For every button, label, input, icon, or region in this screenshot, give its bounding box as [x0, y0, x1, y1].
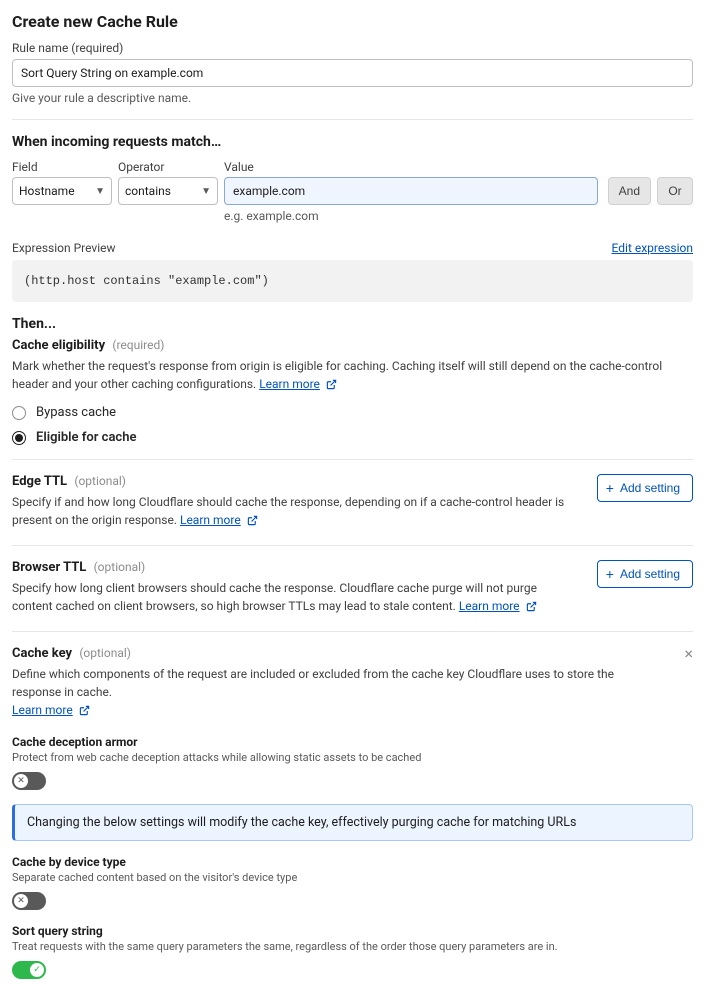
divider — [12, 631, 693, 632]
field-select[interactable]: Hostname ▼ — [12, 177, 112, 205]
cache-key-close-button[interactable]: × — [684, 646, 693, 662]
value-label: Value — [224, 160, 598, 174]
field-label: Field — [12, 160, 112, 174]
or-button[interactable]: Or — [657, 177, 693, 205]
edge-ttl-learn-more-link[interactable]: Learn more — [180, 513, 241, 527]
browser-ttl-learn-more-link[interactable]: Learn more — [459, 599, 520, 613]
sort-query-string-title: Sort query string — [12, 924, 693, 938]
browser-ttl-add-setting-button[interactable]: + Add setting — [597, 560, 693, 588]
field-select-value: Hostname — [19, 184, 75, 198]
bypass-cache-radio[interactable] — [12, 406, 26, 420]
bypass-cache-label: Bypass cache — [36, 405, 116, 420]
edit-expression-link[interactable]: Edit expression — [612, 241, 693, 255]
divider — [12, 119, 693, 120]
edge-ttl-add-setting-button[interactable]: + Add setting — [597, 474, 693, 502]
then-heading: Then... — [12, 316, 693, 332]
sort-query-string-toggle[interactable]: ✓ — [12, 961, 46, 979]
cache-by-device-toggle[interactable]: ✕ — [12, 892, 46, 910]
external-link-icon — [526, 599, 537, 617]
edge-ttl-tag: (optional) — [74, 474, 126, 488]
rule-name-label: Rule name (required) — [12, 41, 693, 55]
match-heading: When incoming requests match… — [12, 134, 693, 150]
sort-query-string-desc: Treat requests with the same query param… — [12, 940, 693, 953]
cache-deception-toggle[interactable]: ✕ — [12, 772, 46, 790]
cache-deception-desc: Protect from web cache deception attacks… — [12, 751, 693, 764]
browser-ttl-title: Browser TTL — [12, 560, 86, 575]
rule-name-help: Give your rule a descriptive name. — [12, 91, 693, 105]
cache-key-title: Cache key — [12, 646, 72, 661]
expression-preview-code: (http.host contains "example.com") — [12, 260, 693, 302]
cache-eligibility-desc: Mark whether the request's response from… — [12, 357, 693, 395]
rule-name-input[interactable] — [12, 59, 693, 87]
external-link-icon — [326, 377, 337, 395]
cache-eligibility-tag: (required) — [112, 338, 164, 352]
cache-by-device-title: Cache by device type — [12, 855, 693, 869]
cache-key-tag: (optional) — [79, 646, 131, 660]
chevron-down-icon: ▼ — [95, 186, 105, 197]
toggle-knob: ✕ — [14, 894, 28, 908]
plus-icon: + — [606, 481, 614, 495]
toggle-knob: ✕ — [14, 774, 28, 788]
browser-ttl-tag: (optional) — [94, 560, 146, 574]
cache-deception-title: Cache deception armor — [12, 735, 693, 749]
operator-select-value: contains — [125, 184, 171, 198]
value-help: e.g. example.com — [224, 209, 693, 223]
and-button[interactable]: And — [608, 177, 651, 205]
external-link-icon — [247, 513, 258, 531]
toggle-knob: ✓ — [30, 963, 44, 977]
edge-ttl-title: Edge TTL — [12, 474, 67, 489]
eligible-for-cache-radio[interactable] — [12, 431, 26, 445]
value-input[interactable] — [224, 177, 598, 205]
operator-label: Operator — [118, 160, 218, 174]
operator-select[interactable]: contains ▼ — [118, 177, 218, 205]
chevron-down-icon: ▼ — [201, 186, 211, 197]
expression-preview-label: Expression Preview — [12, 241, 116, 255]
cache-eligibility-learn-more-link[interactable]: Learn more — [259, 377, 320, 391]
plus-icon: + — [606, 567, 614, 581]
cache-eligibility-title: Cache eligibility — [12, 338, 105, 353]
external-link-icon — [79, 703, 90, 721]
cache-by-device-desc: Separate cached content based on the vis… — [12, 871, 693, 884]
browser-ttl-desc: Specify how long client browsers should … — [12, 579, 577, 617]
eligible-for-cache-label: Eligible for cache — [36, 430, 136, 445]
cache-key-desc: Define which components of the request a… — [12, 665, 664, 721]
page-title: Create new Cache Rule — [12, 12, 693, 31]
cache-key-warning-banner: Changing the below settings will modify … — [12, 804, 693, 841]
divider — [12, 545, 693, 546]
divider — [12, 459, 693, 460]
edge-ttl-desc: Specify if and how long Cloudflare shoul… — [12, 493, 577, 531]
cache-key-learn-more-link[interactable]: Learn more — [12, 703, 73, 717]
